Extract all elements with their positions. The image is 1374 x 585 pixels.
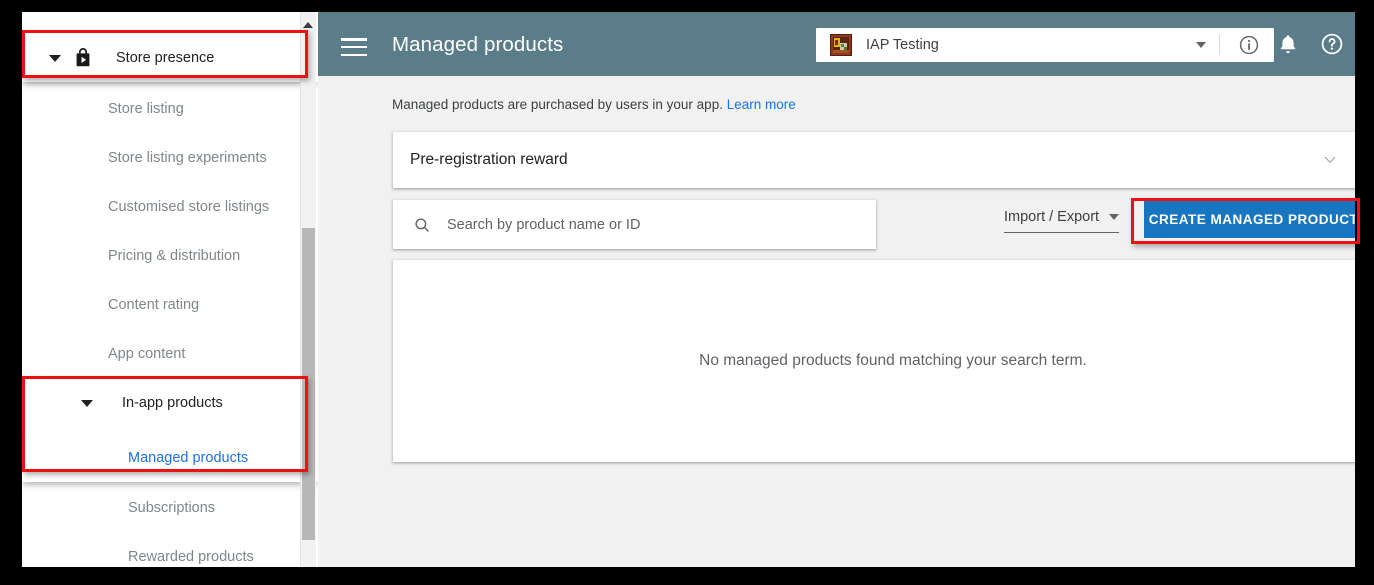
- sidebar-item-store-presence[interactable]: Store presence: [22, 34, 318, 82]
- sidebar-item-label: Pricing & distribution: [108, 248, 241, 264]
- scroll-up-arrow-icon[interactable]: [302, 20, 314, 30]
- sidebar-item-label: Subscriptions: [128, 500, 216, 516]
- expand-caret-store-presence[interactable]: [42, 54, 68, 62]
- sidebar-item-store-listing[interactable]: Store listing: [22, 85, 318, 133]
- empty-state-message: No managed products found matching your …: [699, 352, 1087, 369]
- sidebar-item-label: App content: [108, 346, 186, 362]
- learn-more-link[interactable]: Learn more: [727, 97, 796, 112]
- sidebar-navigation: Store presence Store listing Store listi…: [22, 12, 318, 567]
- sidebar-group-label: Store presence: [116, 50, 215, 66]
- chevron-down-icon: [1109, 214, 1120, 220]
- sidebar-item-in-app-products[interactable]: In-app products: [22, 379, 318, 427]
- divider: [1219, 35, 1220, 55]
- screenshot-frame: Store presence Store listing Store listi…: [0, 0, 1374, 585]
- main-panel: Managed products IAP Testing Managed pro…: [318, 12, 1355, 567]
- sidebar-item-label: Store listing experiments: [108, 150, 267, 166]
- sidebar-item-subscriptions[interactable]: Subscriptions: [22, 484, 318, 532]
- sidebar-item-label: Managed products: [128, 450, 249, 466]
- sidebar-item-content-rating[interactable]: Content rating: [22, 281, 318, 329]
- sidebar-item-label: Store listing: [108, 101, 184, 117]
- sidebar-item-label: Rewarded products: [128, 549, 254, 565]
- content-area: Managed products are purchased by users …: [318, 76, 1355, 567]
- create-managed-product-button[interactable]: CREATE MANAGED PRODUCT: [1144, 200, 1355, 238]
- chevron-down-icon[interactable]: [1323, 153, 1337, 167]
- bell-icon[interactable]: [1276, 32, 1300, 56]
- pre-registration-reward-card[interactable]: Pre-registration reward: [393, 132, 1355, 188]
- import-export-label: Import / Export: [1004, 209, 1100, 225]
- chevron-down-icon[interactable]: [1196, 42, 1206, 48]
- page-description: Managed products are purchased by users …: [392, 97, 796, 112]
- sidebar-group-label: In-app products: [122, 395, 223, 411]
- sidebar-item-label: Customised store listings: [108, 199, 270, 215]
- import-export-dropdown[interactable]: Import / Export: [1004, 209, 1120, 233]
- app-selector-dropdown[interactable]: IAP Testing: [816, 28, 1274, 62]
- app-header-bar: Managed products IAP Testing: [318, 12, 1355, 76]
- page-description-text: Managed products are purchased by users …: [392, 97, 723, 112]
- pre-registration-reward-label: Pre-registration reward: [410, 151, 568, 168]
- sidebar-item-rewarded-products[interactable]: Rewarded products: [22, 533, 318, 567]
- sidebar-item-label: Content rating: [108, 297, 200, 313]
- help-circle-icon[interactable]: [1320, 32, 1344, 56]
- sidebar-item-pricing-distribution[interactable]: Pricing & distribution: [22, 232, 318, 280]
- sidebar-item-store-listing-experiments[interactable]: Store listing experiments: [22, 134, 318, 182]
- play-store-bag-icon: [72, 47, 94, 69]
- app-thumbnail-icon: [830, 34, 852, 56]
- page-title: Managed products: [392, 33, 564, 56]
- managed-products-results-card: No managed products found matching your …: [393, 260, 1355, 462]
- sidebar-item-managed-products[interactable]: Managed products: [22, 434, 318, 482]
- search-input[interactable]: Search by product name or ID: [393, 200, 876, 249]
- app-selector-label: IAP Testing: [866, 37, 939, 53]
- sidebar-item-customised-store-listings[interactable]: Customised store listings: [22, 183, 318, 231]
- sidebar-scrollbar-thumb[interactable]: [302, 228, 315, 540]
- sidebar-item-app-content[interactable]: App content: [22, 330, 318, 378]
- search-icon: [413, 216, 431, 234]
- search-placeholder-text: Search by product name or ID: [447, 216, 641, 233]
- info-circle-icon[interactable]: [1238, 34, 1260, 56]
- hamburger-menu-icon[interactable]: [341, 38, 367, 56]
- expand-caret-in-app-products[interactable]: [74, 399, 100, 407]
